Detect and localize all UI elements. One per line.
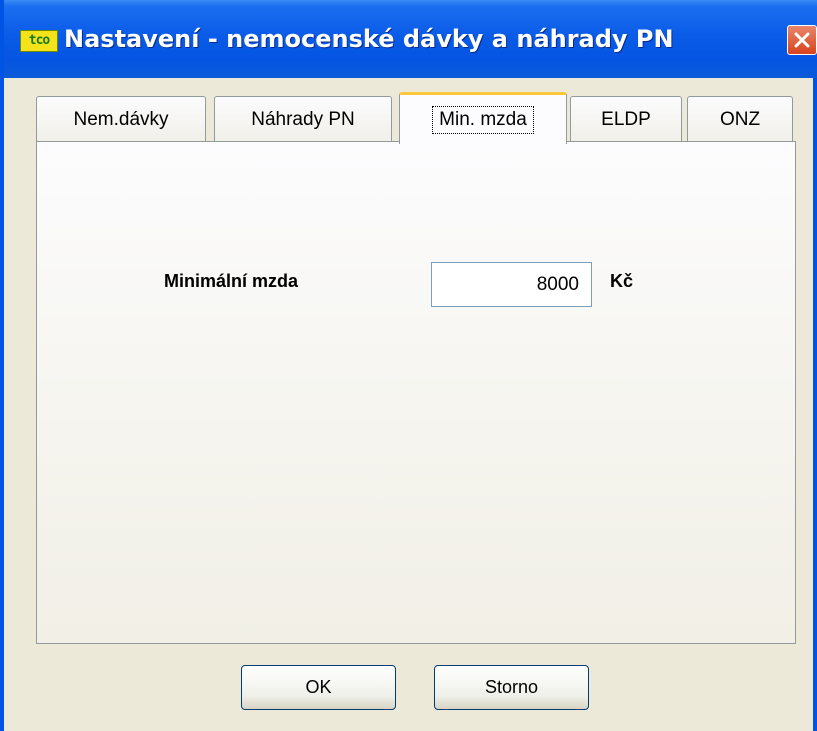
tab-onz[interactable]: ONZ <box>687 96 793 142</box>
tab-strip: Nem.dávky Náhrady PN Min. mzda ELDP ONZ <box>36 92 796 144</box>
app-logo-icon: tco <box>20 30 58 52</box>
ok-button[interactable]: OK <box>241 665 396 710</box>
tab-min-mzda[interactable]: Min. mzda <box>399 92 567 144</box>
tab-label: Nem.dávky <box>73 108 169 130</box>
cancel-button[interactable]: Storno <box>434 665 589 710</box>
tab-label: Náhrady PN <box>251 108 355 130</box>
title-bar[interactable]: tco Nastavení - nemocenské dávky a náhra… <box>4 0 817 78</box>
tab-nahrady-pn[interactable]: Náhrady PN <box>214 96 392 142</box>
tab-label: ELDP <box>601 108 651 130</box>
min-wage-input[interactable] <box>431 262 592 307</box>
tab-label: Min. mzda <box>432 105 534 134</box>
tab-eldp[interactable]: ELDP <box>570 96 682 142</box>
tab-label: ONZ <box>719 108 761 130</box>
currency-label: Kč <box>610 271 634 291</box>
tab-nem-davky[interactable]: Nem.dávky <box>36 96 206 142</box>
tab-panel-min-mzda <box>36 141 796 644</box>
close-button[interactable] <box>787 25 817 55</box>
window-title: Nastavení - nemocenské dávky a náhrady P… <box>64 25 674 53</box>
min-wage-label: Minimální mzda <box>164 271 299 291</box>
close-icon <box>794 32 810 48</box>
